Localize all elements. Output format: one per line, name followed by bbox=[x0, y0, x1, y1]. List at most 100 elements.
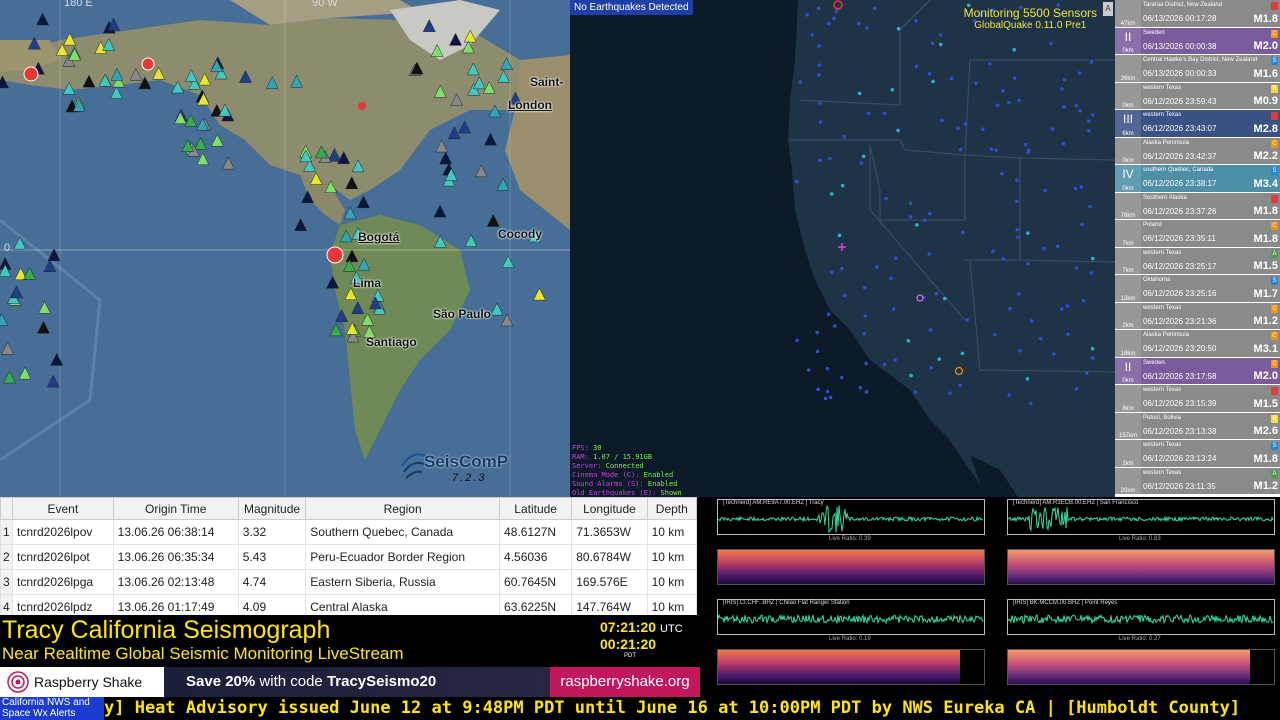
earthquake-list-item[interactable]: 78km Southern Alaska 06/12/2026 23:37:26 M1… bbox=[1115, 192, 1280, 220]
table-row[interactable]: 2 tcnrd2026lpot 13.06.26 06:35:34 5.43 Peru-… bbox=[0, 544, 697, 570]
table-column-header[interactable]: Region bbox=[305, 497, 501, 520]
scroll-up-button[interactable]: A bbox=[1103, 2, 1113, 16]
event-table[interactable]: Event Origin Time Magnitude Region Latitude L… bbox=[0, 497, 697, 615]
table-cell: tcnrd2026lpot bbox=[12, 544, 114, 570]
table-cell: 48.6127N bbox=[499, 519, 573, 545]
sensor-marker bbox=[1062, 105, 1066, 109]
sensor-marker bbox=[1000, 171, 1004, 176]
sensor-marker bbox=[931, 79, 935, 84]
table-header-row: Event Origin Time Magnitude Region Latitude L… bbox=[0, 497, 697, 520]
earthquake-time: 06/12/2026 23:38:17 bbox=[1143, 179, 1217, 188]
earthquake-magnitude: M2.8 bbox=[1253, 122, 1278, 135]
earthquake-list-item[interactable]: 0km western Texas 06/12/2026 23:59:43 M0.9 B bbox=[1115, 82, 1280, 110]
sensor-marker bbox=[861, 154, 866, 158]
table-column-header[interactable]: Origin Time bbox=[112, 497, 239, 520]
table-column-header[interactable]: Longitude bbox=[571, 497, 648, 520]
raspberry-shake-logo[interactable]: Raspberry Shake bbox=[0, 667, 164, 697]
table-row[interactable]: 3 tcnrd2026lpga 13.06.26 02:13:48 4.74 Easte… bbox=[0, 569, 697, 595]
sensor-marker bbox=[794, 179, 799, 184]
earthquake-list-item[interactable]: 7km Poland 06/12/2026 23:35:11 M1.8 C bbox=[1115, 220, 1280, 248]
earthquake-region: southern Quebec, Canada bbox=[1143, 167, 1214, 173]
earthquake-list-item[interactable]: 7km western Texas 06/12/2026 23:25:17 M1.5 A bbox=[1115, 247, 1280, 275]
table-cell: 3 bbox=[0, 569, 13, 595]
earthquake-list-item[interactable]: II 0km Sweden 06/12/2026 23:17:58 M2.0 C bbox=[1115, 357, 1280, 385]
sensor-marker bbox=[840, 183, 845, 188]
promo-code: TracySeismo20 bbox=[326, 673, 437, 690]
table-cell: 80.6784W bbox=[571, 544, 648, 570]
earthquake-source-badge: C bbox=[1271, 332, 1278, 340]
earthquake-list-item[interactable]: II 0km Sweden 06/13/2026 00:00:38 M2.0 C bbox=[1115, 27, 1280, 55]
sensor-marker bbox=[1014, 199, 1019, 204]
earthquake-region: western Texas bbox=[1143, 112, 1182, 118]
sensor-marker bbox=[938, 42, 943, 47]
earthquake-source-badge bbox=[1271, 387, 1278, 395]
sensor-marker bbox=[872, 6, 877, 11]
sensor-marker bbox=[958, 147, 963, 152]
earthquake-distance: 0km bbox=[1122, 185, 1134, 192]
sensor-marker bbox=[1016, 292, 1021, 296]
earthquake-list-item[interactable]: III 6km western Texas 06/12/2026 23:43:07 M2… bbox=[1115, 110, 1280, 138]
earthquake-list-item[interactable]: 2km western Texas 06/12/2026 23:13:24 M1.8 S bbox=[1115, 440, 1280, 468]
table-column-header[interactable]: Depth bbox=[646, 497, 697, 520]
table-cell: 5.43 bbox=[237, 544, 307, 570]
promo-offer: Save 20% with code TracySeismo20 bbox=[164, 667, 550, 697]
sensor-marker bbox=[1084, 371, 1089, 375]
earthquake-list-item[interactable]: 13km Oklahoma 06/12/2026 23:25:16 M1.7 S bbox=[1115, 275, 1280, 303]
earthquake-list-item[interactable]: 157km Potosí, Bolivia 06/12/2026 23:13:38 M… bbox=[1115, 412, 1280, 440]
sensor-marker bbox=[884, 196, 888, 201]
earthquake-list-item[interactable]: IV 0km southern Quebec, Canada 06/12/2026 2… bbox=[1115, 165, 1280, 193]
table-column-header[interactable]: Event bbox=[12, 497, 114, 520]
table-cell: Eastern Siberia, Russia bbox=[305, 569, 501, 595]
table-column-header[interactable]: Latitude bbox=[499, 497, 573, 520]
sensor-marker bbox=[992, 332, 997, 337]
earthquake-source-badge: A bbox=[1271, 469, 1278, 478]
table-row[interactable]: 4 tcnrd2026lpdz 13.06.26 01:17:49 4.09 Centr… bbox=[0, 594, 697, 615]
table-row[interactable]: 1 tcnrd2026lpov 13.06.26 06:38:14 3.32 South… bbox=[0, 519, 697, 545]
spectrogram-plot bbox=[1007, 649, 1275, 685]
system-stat-key: RAM: bbox=[572, 453, 589, 461]
sensor-marker bbox=[1074, 103, 1079, 108]
seismogram-live-ratio: Live Ratio: 0.83 bbox=[1119, 536, 1161, 542]
sensor-marker bbox=[1062, 77, 1067, 82]
promo-banner[interactable]: Raspberry Shake Save 20% with code Tracy… bbox=[0, 667, 700, 697]
table-column-header[interactable] bbox=[0, 497, 13, 520]
monitoring-info: Monitoring 5500 Sensors GlobalQuake 0.11… bbox=[964, 6, 1097, 31]
globalquake-map[interactable]: No Earthquakes Detected Monitoring 5500 … bbox=[570, 0, 1115, 497]
earthquake-list-item[interactable]: 47km Tararua District, New Zealand 06/13/2… bbox=[1115, 0, 1280, 28]
city-label-cocody: Cocody bbox=[498, 227, 543, 241]
earthquake-list[interactable]: 47km Tararua District, New Zealand 06/13/2… bbox=[1115, 0, 1280, 497]
earthquake-list-item[interactable]: 8km western Texas 06/12/2026 23:15:39 M1.5 bbox=[1115, 385, 1280, 413]
earthquake-region: Alaska Peninsula bbox=[1143, 139, 1190, 146]
sensor-marker bbox=[1055, 244, 1060, 249]
sensor-marker bbox=[1008, 306, 1012, 311]
sensor-marker bbox=[1025, 377, 1030, 381]
city-label-london: London bbox=[508, 98, 552, 112]
earthquake-list-item[interactable]: 26km Central Hawke's Bay District, New Ze… bbox=[1115, 55, 1280, 83]
table-cell: 13.06.26 06:35:34 bbox=[112, 544, 239, 570]
sensor-marker bbox=[817, 73, 821, 77]
earthquake-list-item[interactable]: 18km Alaska Peninsula 06/12/2026 23:20:50 M… bbox=[1115, 330, 1280, 358]
earthquake-list-item[interactable]: 2km western Texas 06/12/2026 23:21:36 M1.2 C bbox=[1115, 302, 1280, 330]
sensor-marker bbox=[914, 64, 919, 69]
clock-utc-tz: UTC bbox=[660, 623, 683, 635]
earthquake-region: Central Hawke's Bay District, New Zealan… bbox=[1143, 57, 1258, 63]
earthquake-list-item[interactable]: 0km Alaska Peninsula 06/12/2026 23:42:37 M2… bbox=[1115, 137, 1280, 165]
spectrogram-plot bbox=[717, 649, 985, 685]
earthquake-magnitude: M1.7 bbox=[1253, 287, 1278, 300]
sensor-marker bbox=[842, 135, 847, 139]
seiscomp-world-map[interactable]: 180 E 90 W 0 London Bogotá Cocody Lima S… bbox=[0, 0, 570, 497]
table-column-header[interactable]: Magnitude bbox=[237, 497, 307, 520]
sensor-marker bbox=[1086, 119, 1091, 124]
earthquake-list-item[interactable]: 20km western Texas 06/12/2026 23:11:35 M1.2… bbox=[1115, 467, 1280, 495]
earthquake-source-badge: S bbox=[1271, 442, 1278, 450]
promo-url-link[interactable]: raspberryshake.org bbox=[550, 667, 700, 697]
event-table-panel[interactable]: Event Origin Time Magnitude Region Latitude L… bbox=[0, 497, 697, 615]
earthquake-source-badge bbox=[1271, 112, 1278, 120]
spectrogram-plot bbox=[1007, 549, 1275, 585]
sensor-marker bbox=[857, 91, 862, 96]
stream-title: Tracy California Seismograph bbox=[2, 616, 331, 644]
earthquake-time: 06/12/2026 23:17:58 bbox=[1143, 371, 1217, 381]
sensor-marker bbox=[827, 21, 831, 26]
sensor-marker bbox=[1038, 336, 1043, 341]
earthquake-source-badge: C bbox=[1271, 29, 1278, 38]
